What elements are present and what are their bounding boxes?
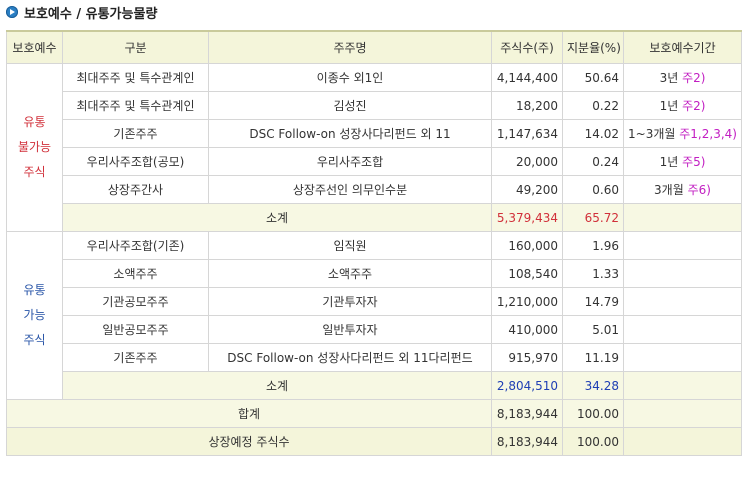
table-row: 유통 가능 주식 우리사주조합(기존) 임직원 160,000 1.96	[6, 231, 742, 400]
cell-ratio: 50.64	[562, 63, 624, 92]
footnote-link[interactable]: 주5)	[682, 155, 705, 169]
cell-category: 우리사주조합(공모)	[62, 147, 209, 176]
group-label-locked: 유통 불가능 주식	[6, 63, 63, 232]
table-row: 기관공모주주 기관투자자 1,210,000 14.79	[7, 287, 742, 316]
cell-holder: 임직원	[208, 231, 492, 260]
cell-category: 기관공모주주	[62, 287, 209, 316]
table-row: 최대주주 및 특수관계인 김성진 18,200 0.22 1년 주2)	[7, 91, 742, 120]
cell-shares: 108,540	[491, 259, 563, 288]
cell-shares: 410,000	[491, 315, 563, 344]
cell-ratio: 0.24	[562, 147, 624, 176]
cell-period	[623, 259, 742, 288]
listed-shares-row: 상장예정 주식수 8,183,944 100.00	[6, 427, 742, 456]
cell-category: 기존주주	[62, 119, 209, 148]
cell-period	[623, 287, 742, 316]
cell-holder: 상장주선인 의무인수분	[208, 175, 492, 204]
cell-ratio: 14.79	[562, 287, 624, 316]
footnote-link[interactable]: 주2)	[682, 71, 705, 85]
cell-category: 우리사주조합(기존)	[62, 231, 209, 260]
col-header-ratio: 지분율(%)	[562, 30, 624, 64]
cell-category: 최대주주 및 특수관계인	[62, 63, 209, 92]
total-shares: 8,183,944	[491, 399, 563, 428]
cell-shares: 18,200	[491, 91, 563, 120]
cell-holder: 우리사주조합	[208, 147, 492, 176]
subtotal-ratio: 34.28	[562, 371, 624, 400]
cell-category: 기존주주	[62, 343, 209, 372]
cell-shares: 4,144,400	[491, 63, 563, 92]
cell-period	[623, 343, 742, 372]
subtotal-label: 소계	[62, 371, 492, 400]
subtotal-shares: 2,804,510	[491, 371, 563, 400]
cell-holder: 일반투자자	[208, 315, 492, 344]
cell-category: 최대주주 및 특수관계인	[62, 91, 209, 120]
listed-shares: 8,183,944	[491, 427, 563, 456]
listed-period-empty	[623, 427, 742, 456]
cell-holder: 이종수 외1인	[208, 63, 492, 92]
subtotal-period-empty	[623, 371, 742, 400]
section-title: 보호예수 / 유통가능물량	[24, 6, 158, 22]
total-period-empty	[623, 399, 742, 428]
subtotal-label: 소계	[62, 203, 492, 232]
table-row: 유통 불가능 주식 최대주주 및 특수관계인 이종수 외1인 4,144,400…	[6, 63, 742, 232]
cell-shares: 1,210,000	[491, 287, 563, 316]
cell-shares: 915,970	[491, 343, 563, 372]
table-header-row: 보호예수 구분 주주명 주식수(주) 지분율(%) 보호예수기간	[6, 30, 742, 64]
cell-ratio: 5.01	[562, 315, 624, 344]
col-header-period: 보호예수기간	[623, 30, 742, 64]
cell-holder: 김성진	[208, 91, 492, 120]
table-row: 일반공모주주 일반투자자 410,000 5.01	[7, 315, 742, 344]
table-row: 상장주간사 상장주선인 의무인수분 49,200 0.60 3개월 주6)	[7, 175, 742, 204]
cell-holder: 기관투자자	[208, 287, 492, 316]
cell-ratio: 0.60	[562, 175, 624, 204]
table-row: 기존주주 DSC Follow-on 성장사다리펀드 외 11다리펀드 915,…	[7, 343, 742, 372]
col-header-shares: 주식수(주)	[491, 30, 563, 64]
cell-holder: DSC Follow-on 성장사다리펀드 외 11	[208, 119, 492, 148]
cell-period	[623, 231, 742, 260]
table-row: 우리사주조합(공모) 우리사주조합 20,000 0.24 1년 주5)	[7, 147, 742, 176]
bullet-arrow-icon	[6, 6, 18, 18]
cell-shares: 160,000	[491, 231, 563, 260]
section-header: 보호예수 / 유통가능물량	[6, 3, 158, 22]
listed-ratio: 100.00	[562, 427, 624, 456]
col-header-lockup: 보호예수	[6, 30, 63, 64]
subtotal-shares: 5,379,434	[491, 203, 563, 232]
cell-shares: 20,000	[491, 147, 563, 176]
cell-ratio: 14.02	[562, 119, 624, 148]
cell-period: 3개월 주6)	[623, 175, 742, 204]
footnote-link[interactable]: 주1,2,3,4)	[679, 127, 737, 141]
cell-period	[623, 315, 742, 344]
cell-ratio: 1.33	[562, 259, 624, 288]
subtotal-period-empty	[623, 203, 742, 232]
table-row: 소액주주 소액주주 108,540 1.33	[7, 259, 742, 288]
cell-shares: 49,200	[491, 175, 563, 204]
col-header-holder: 주주명	[208, 30, 492, 64]
subtotal-row-locked: 소계 5,379,434 65.72	[7, 203, 742, 232]
total-row: 합계 8,183,944 100.00	[6, 399, 742, 428]
cell-ratio: 1.96	[562, 231, 624, 260]
listed-label: 상장예정 주식수	[6, 427, 492, 456]
cell-period: 1~3개월 주1,2,3,4)	[623, 119, 742, 148]
cell-category: 상장주간사	[62, 175, 209, 204]
total-ratio: 100.00	[562, 399, 624, 428]
subtotal-row-tradable: 소계 2,804,510 34.28	[7, 371, 742, 400]
cell-category: 소액주주	[62, 259, 209, 288]
cell-period: 1년 주2)	[623, 91, 742, 120]
table-row: 기존주주 DSC Follow-on 성장사다리펀드 외 11 1,147,63…	[7, 119, 742, 148]
cell-period: 3년 주2)	[623, 63, 742, 92]
cell-shares: 1,147,634	[491, 119, 563, 148]
footnote-link[interactable]: 주6)	[688, 183, 711, 197]
subtotal-ratio: 65.72	[562, 203, 624, 232]
group-label-tradable: 유통 가능 주식	[6, 231, 63, 400]
footnote-link[interactable]: 주2)	[682, 99, 705, 113]
cell-holder: 소액주주	[208, 259, 492, 288]
cell-ratio: 0.22	[562, 91, 624, 120]
col-header-category: 구분	[62, 30, 209, 64]
cell-ratio: 11.19	[562, 343, 624, 372]
cell-holder: DSC Follow-on 성장사다리펀드 외 11다리펀드	[208, 343, 492, 372]
cell-period: 1년 주5)	[623, 147, 742, 176]
cell-category: 일반공모주주	[62, 315, 209, 344]
total-label: 합계	[6, 399, 492, 428]
lockup-table: 보호예수 구분 주주명 주식수(주) 지분율(%) 보호예수기간 유통 불가능 …	[6, 30, 742, 456]
